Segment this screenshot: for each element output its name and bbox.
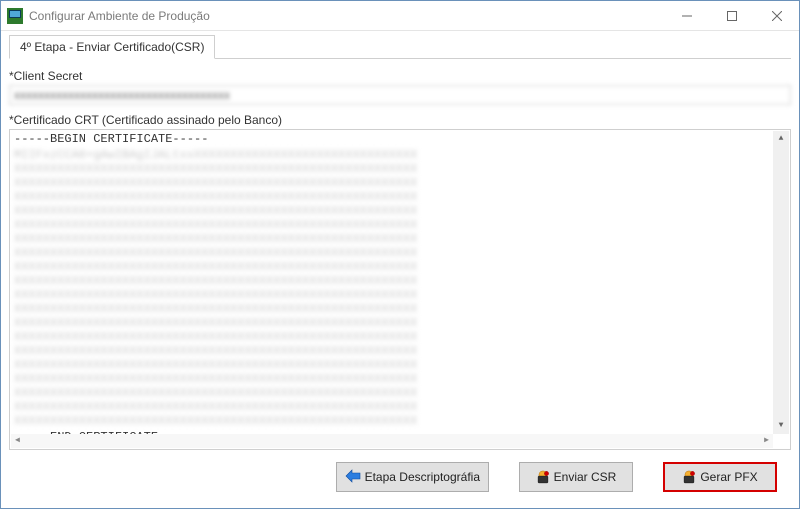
- scroll-up-arrow-icon[interactable]: ▲: [773, 131, 789, 147]
- vertical-scrollbar[interactable]: ▲ ▼: [773, 131, 789, 434]
- cert-begin-line: -----BEGIN CERTIFICATE-----: [14, 132, 786, 146]
- close-button[interactable]: [754, 1, 799, 30]
- titlebar: Configurar Ambiente de Produção: [1, 1, 799, 31]
- send-csr-button[interactable]: Enviar CSR: [519, 462, 633, 492]
- content-area: 4º Etapa - Enviar Certificado(CSR) *Clie…: [1, 31, 799, 508]
- cert-textarea[interactable]: -----BEGIN CERTIFICATE----- MIIFxzCCA6+g…: [9, 129, 791, 450]
- tab-step4[interactable]: 4º Etapa - Enviar Certificado(CSR): [9, 35, 215, 59]
- minimize-button[interactable]: [664, 1, 709, 30]
- window-controls: [664, 1, 799, 30]
- client-secret-label: *Client Secret: [9, 69, 791, 83]
- arrow-left-icon: [345, 469, 361, 486]
- lock-icon: [682, 470, 696, 484]
- back-button[interactable]: Etapa Descriptográfia: [336, 462, 489, 492]
- tab-strip: 4º Etapa - Enviar Certificado(CSR): [9, 35, 791, 59]
- form-area: *Client Secret *Certificado CRT (Certifi…: [9, 65, 791, 500]
- lock-icon: [536, 470, 550, 484]
- generate-pfx-button-label: Gerar PFX: [700, 470, 757, 484]
- horizontal-scrollbar[interactable]: ◀ ▶: [11, 434, 773, 448]
- send-csr-button-label: Enviar CSR: [554, 470, 617, 484]
- client-secret-input[interactable]: [9, 85, 791, 105]
- cert-body: MIIFxzCCA6+gAwIBAgIJALtxxXXXXXXXXXXXXXXX…: [14, 148, 419, 428]
- maximize-button[interactable]: [709, 1, 754, 30]
- back-button-label: Etapa Descriptográfia: [365, 470, 480, 484]
- app-icon: [7, 8, 23, 24]
- scroll-right-arrow-icon[interactable]: ▶: [764, 434, 769, 448]
- scroll-down-arrow-icon[interactable]: ▼: [773, 418, 789, 434]
- button-row: Etapa Descriptográfia Enviar CSR: [9, 450, 791, 500]
- window-title: Configurar Ambiente de Produção: [29, 9, 664, 23]
- generate-pfx-button[interactable]: Gerar PFX: [663, 462, 777, 492]
- scroll-left-arrow-icon[interactable]: ◀: [15, 434, 20, 448]
- cert-crt-label: *Certificado CRT (Certificado assinado p…: [9, 113, 791, 127]
